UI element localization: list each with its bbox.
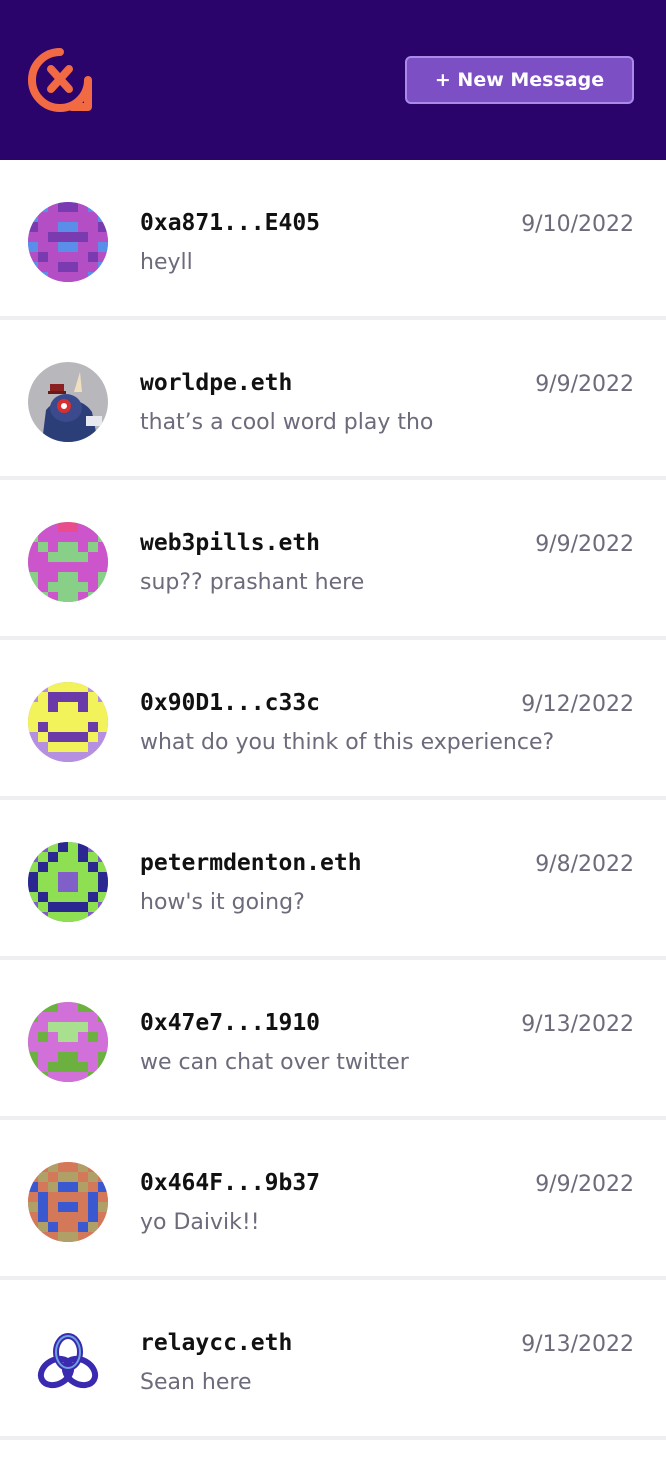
conversation-name: 0xa871...E405 xyxy=(140,210,321,236)
avatar xyxy=(28,1162,108,1242)
app-header: + New Message xyxy=(0,0,666,160)
conversation-date: 9/8/2022 xyxy=(535,852,634,877)
conversation-date: 9/12/2022 xyxy=(521,692,634,717)
new-message-button[interactable]: + New Message xyxy=(405,56,634,104)
xmtp-logo-icon[interactable] xyxy=(27,47,93,113)
conversation-item[interactable]: 0xa871...E405 heyll 9/10/2022 xyxy=(0,160,666,320)
avatar xyxy=(28,842,108,922)
message-preview: Sean here xyxy=(140,1370,252,1395)
avatar xyxy=(28,1322,108,1402)
avatar xyxy=(28,1002,108,1082)
conversation-date: 9/9/2022 xyxy=(535,1172,634,1197)
conversation-date: 9/9/2022 xyxy=(535,372,634,397)
conversation-item[interactable]: worldpe.eth that’s a cool word play tho 9/… xyxy=(0,320,666,480)
conversation-item[interactable]: petermdenton.eth how's it going? 9/8/2022 xyxy=(0,800,666,960)
conversation-date: 9/13/2022 xyxy=(521,1012,634,1037)
message-preview: how's it going? xyxy=(140,890,305,915)
avatar xyxy=(28,202,108,282)
conversation-item[interactable]: 0x47e7...1910 we can chat over twitter 9/1… xyxy=(0,960,666,1120)
message-preview: sup?? prashant here xyxy=(140,570,365,595)
conversation-name: 0x47e7...1910 xyxy=(140,1010,321,1036)
conversation-item[interactable]: web3pills.eth sup?? prashant here 9/9/2022 xyxy=(0,480,666,640)
message-preview: yo Daivik!! xyxy=(140,1210,260,1235)
message-preview: we can chat over twitter xyxy=(140,1050,409,1075)
avatar xyxy=(28,522,108,602)
conversation-date: 9/10/2022 xyxy=(521,212,634,237)
conversation-list: 0xa871...E405 heyll 9/10/2022 worldpe.eth th… xyxy=(0,160,666,1440)
conversation-name: web3pills.eth xyxy=(140,530,321,556)
conversation-date: 9/13/2022 xyxy=(521,1332,634,1357)
conversation-name: 0x90D1...c33c xyxy=(140,690,321,716)
conversation-item[interactable]: 0x464F...9b37 yo Daivik!! 9/9/2022 xyxy=(0,1120,666,1280)
conversation-item[interactable]: relaycc.eth Sean here 9/13/2022 xyxy=(0,1280,666,1440)
avatar xyxy=(28,362,108,442)
message-preview: that’s a cool word play tho xyxy=(140,410,434,435)
message-preview: what do you think of this experience? xyxy=(140,730,555,755)
conversation-name: relaycc.eth xyxy=(140,1330,293,1356)
conversation-name: worldpe.eth xyxy=(140,370,293,396)
conversation-item[interactable]: 0x90D1...c33c what do you think of this e… xyxy=(0,640,666,800)
conversation-name: 0x464F...9b37 xyxy=(140,1170,321,1196)
message-preview: heyll xyxy=(140,250,193,275)
avatar xyxy=(28,682,108,762)
conversation-name: petermdenton.eth xyxy=(140,850,362,876)
conversation-date: 9/9/2022 xyxy=(535,532,634,557)
